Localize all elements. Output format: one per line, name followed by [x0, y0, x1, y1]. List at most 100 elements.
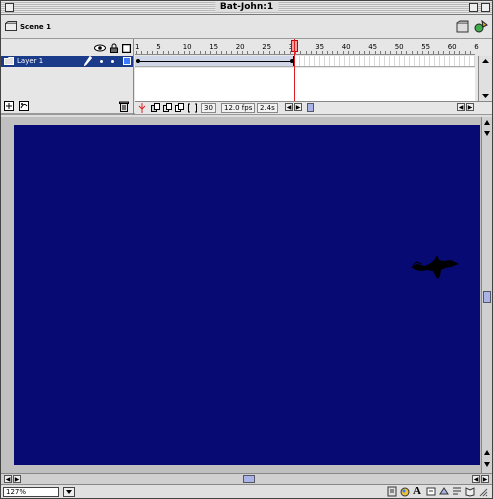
- info-panel-icon[interactable]: [387, 486, 397, 497]
- scroll-right-icon[interactable]: ▶: [466, 103, 474, 111]
- timeline-hscroll-buttons: ◀ ▶: [285, 103, 302, 113]
- scene-bar: Scene 1: [1, 15, 492, 39]
- keyframe-start[interactable]: [136, 59, 140, 63]
- horizontal-scroll-thumb[interactable]: [243, 475, 255, 483]
- ruler-tick: [363, 51, 365, 54]
- collapse-box[interactable]: [481, 3, 490, 12]
- ruler-tick: [167, 51, 169, 54]
- timeline-vertical-scrollbar[interactable]: [478, 56, 492, 101]
- layers-footer: [1, 100, 133, 113]
- ruler-tick: [422, 51, 424, 54]
- timeline-panel: Layer 1 1 5 10 15 20 25 35 40 45 50 55 6…: [1, 39, 492, 115]
- add-motion-guide-icon[interactable]: [19, 101, 29, 111]
- mixer-panel-icon[interactable]: [400, 486, 410, 497]
- ruler-tick: [310, 51, 312, 54]
- add-layer-icon[interactable]: [4, 101, 14, 111]
- zoom-input[interactable]: 127%: [3, 487, 59, 497]
- stage-horizontal-scrollbar[interactable]: ◀ ▶ ◀ ▶: [1, 473, 492, 484]
- ruler-tick: [321, 51, 323, 54]
- pencil-icon: [84, 56, 92, 66]
- zoom-box[interactable]: [469, 3, 478, 12]
- ruler-number: 6: [474, 43, 479, 51]
- ruler-number: 45: [368, 43, 378, 51]
- layer-outline-color[interactable]: [123, 57, 131, 65]
- scroll-right-icon[interactable]: ▶: [13, 475, 21, 483]
- lock-icon[interactable]: [110, 43, 118, 53]
- ruler-tick: [268, 51, 270, 54]
- edit-multiple-frames-icon[interactable]: [175, 103, 184, 113]
- status-bar: 127% A: [1, 484, 492, 498]
- ruler-tick: [374, 51, 376, 54]
- character-panel-icon[interactable]: A: [413, 486, 423, 497]
- library-icon[interactable]: [465, 486, 475, 497]
- title-bar[interactable]: Bat-John:1: [1, 1, 492, 15]
- trash-icon[interactable]: [119, 101, 129, 112]
- layer-frames-row[interactable]: [135, 56, 475, 67]
- movie-explorer-icon[interactable]: [452, 486, 462, 497]
- ruler-tick: [146, 51, 148, 54]
- ruler-tick: [263, 51, 265, 54]
- scroll-up-icon[interactable]: [483, 449, 491, 457]
- scroll-left-icon[interactable]: ◀: [472, 475, 480, 483]
- onion-skin-icon[interactable]: [151, 103, 160, 113]
- close-box[interactable]: [5, 3, 14, 12]
- eye-icon[interactable]: [94, 44, 106, 52]
- edit-scene-icon[interactable]: [456, 20, 470, 33]
- frames-panel: 1510152025303540455055606: [135, 39, 492, 115]
- outline-icon[interactable]: [122, 43, 131, 53]
- ruler-number: 5: [156, 43, 161, 51]
- ruler-tick: [242, 51, 243, 54]
- timeline-hscroll-right-buttons: ◀ ▶: [457, 103, 474, 113]
- edit-symbol-icon[interactable]: [474, 20, 488, 33]
- ruler-tick: [406, 51, 408, 54]
- zoom-dropdown[interactable]: [63, 487, 75, 497]
- ruler-tick: [348, 51, 349, 54]
- layer-name: Layer 1: [17, 57, 44, 65]
- ruler-tick: [247, 51, 249, 54]
- ruler-tick: [220, 51, 222, 54]
- ruler-tick: [342, 51, 344, 54]
- lock-dot[interactable]: [111, 60, 114, 63]
- modify-onion-markers-icon[interactable]: [188, 103, 197, 113]
- stage-vertical-scrollbar[interactable]: [481, 117, 492, 473]
- scroll-left-icon[interactable]: ◀: [4, 475, 12, 483]
- vertical-scroll-thumb[interactable]: [483, 291, 491, 303]
- actions-panel-icon[interactable]: [439, 486, 449, 497]
- frame-ruler[interactable]: 1510152025303540455055606: [135, 39, 479, 55]
- timeline-hscroll-thumb[interactable]: [307, 103, 314, 112]
- bat-graphic[interactable]: [411, 255, 459, 285]
- instance-panel-icon[interactable]: [426, 486, 436, 497]
- visibility-dot[interactable]: [100, 60, 103, 63]
- ruler-number: 10: [182, 43, 192, 51]
- ruler-number: 55: [421, 43, 431, 51]
- ruler-tick: [427, 51, 429, 54]
- scroll-down-icon[interactable]: [479, 92, 492, 100]
- scroll-left-icon[interactable]: ◀: [457, 103, 465, 111]
- scroll-right-icon[interactable]: ▶: [481, 475, 489, 483]
- ruler-number: 50: [394, 43, 404, 51]
- chevron-down-icon: [66, 490, 72, 494]
- layer-row[interactable]: Layer 1: [1, 56, 133, 67]
- scroll-up-icon[interactable]: [483, 119, 491, 127]
- layers-panel: Layer 1: [1, 39, 134, 115]
- ruler-tick: [141, 51, 143, 54]
- ruler-tick: [332, 51, 334, 54]
- ruler-tick: [416, 51, 418, 54]
- stage-area: [1, 117, 492, 473]
- scroll-down-icon[interactable]: [483, 129, 491, 137]
- ruler-tick: [369, 51, 371, 54]
- resize-grip-icon[interactable]: [478, 486, 488, 497]
- ruler-tick: [178, 51, 180, 54]
- ruler-number: 20: [235, 43, 245, 51]
- scroll-right-icon[interactable]: ▶: [294, 103, 302, 111]
- frame-rate-field[interactable]: 12.0 fps: [221, 103, 256, 113]
- scroll-down-icon[interactable]: [483, 460, 491, 468]
- onion-skin-outlines-icon[interactable]: [163, 103, 172, 113]
- ruler-tick: [199, 51, 201, 54]
- ruler-tick: [273, 51, 275, 54]
- stage-canvas[interactable]: [14, 125, 480, 465]
- scroll-left-icon[interactable]: ◀: [285, 103, 293, 111]
- ruler-tick: [353, 51, 355, 54]
- center-frame-icon[interactable]: [138, 103, 146, 113]
- scroll-up-icon[interactable]: [479, 57, 492, 65]
